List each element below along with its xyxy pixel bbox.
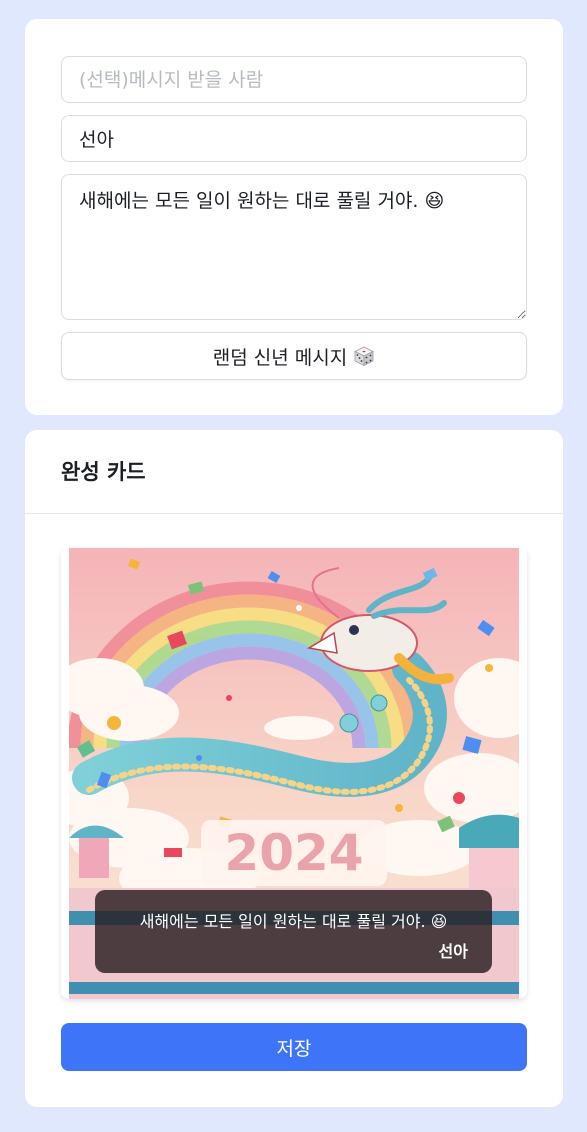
card-message-overlay: 새해에는 모든 일이 원하는 대로 풀릴 거야. 😆 선아 <box>95 890 492 973</box>
random-message-label: 랜덤 신년 메시지 <box>212 346 348 369</box>
result-header: 완성 카드 <box>25 430 563 514</box>
random-message-button[interactable]: 랜덤 신년 메시지 <box>61 332 527 380</box>
illustration-year: 2024 <box>224 824 363 882</box>
sender-input[interactable] <box>61 115 527 162</box>
recipient-input[interactable] <box>61 56 527 103</box>
save-button[interactable]: 저장 <box>61 1023 527 1071</box>
card-sender-text: 선아 <box>438 942 468 961</box>
card-message-text: 새해에는 모든 일이 원하는 대로 풀릴 거야. 😆 <box>139 912 448 931</box>
greeting-card-preview: 2024 새해에는 모든 일이 원하는 대로 풀릴 거야. 😆 선아 <box>61 548 527 999</box>
message-textarea[interactable]: 새해에는 모든 일이 원하는 대로 풀릴 거야. 😆 <box>61 174 527 320</box>
result-title: 완성 카드 <box>61 460 146 484</box>
dice-icon <box>354 346 375 367</box>
message-form-card: 새해에는 모든 일이 원하는 대로 풀릴 거야. 😆 랜덤 신년 메시지 <box>25 19 563 415</box>
result-card: 완성 카드 2024 새해에는 모든 일이 원하는 대로 풀릴 거야. 😆 선아… <box>25 430 563 1107</box>
